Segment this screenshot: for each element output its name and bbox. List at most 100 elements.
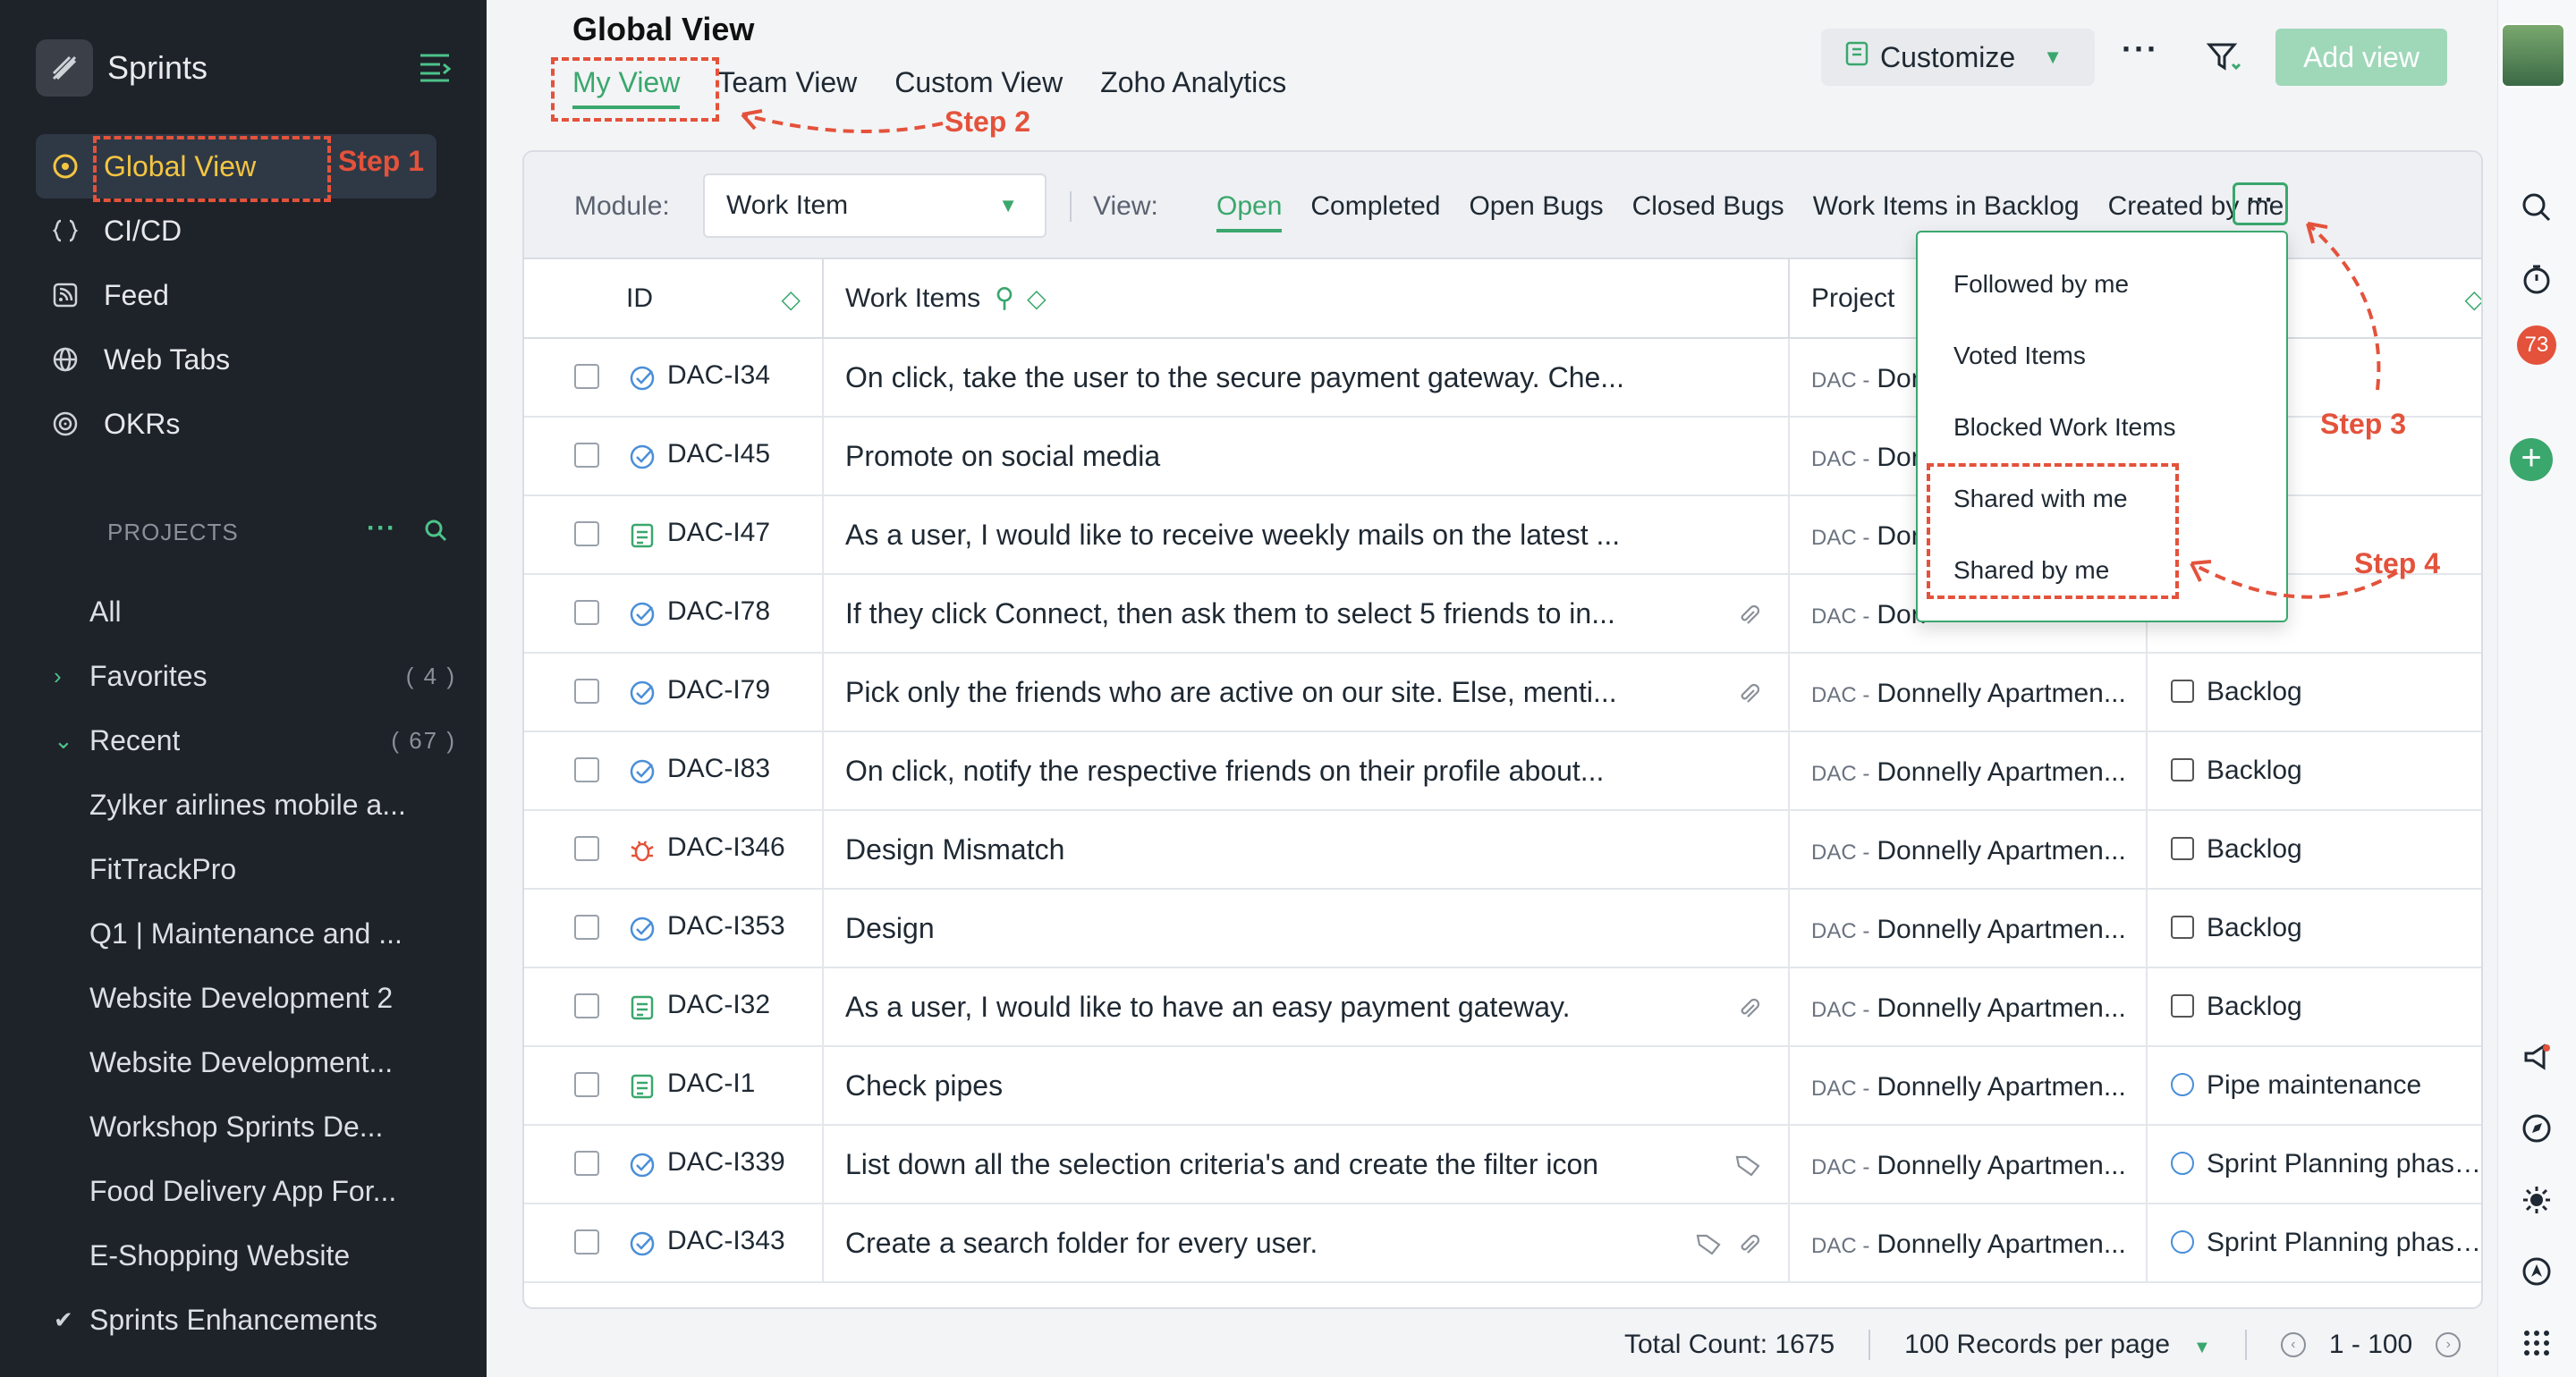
project-name[interactable]: Donnelly Apartmen... xyxy=(1877,915,2125,944)
project-group-favorites[interactable]: › Favorites ( 4 ) xyxy=(36,644,456,708)
sprint-cell[interactable]: Backlog xyxy=(2147,653,2481,732)
project-item[interactable]: Website Development... xyxy=(36,1030,456,1094)
tab-team-view[interactable]: Team View xyxy=(717,66,857,109)
project-item[interactable]: Food Delivery App For... xyxy=(36,1159,456,1223)
tab-custom-view[interactable]: Custom View xyxy=(894,66,1063,109)
view-tab-backlog[interactable]: Work Items in Backlog xyxy=(1813,191,2080,232)
header-work-items[interactable]: Work Items ⚲ ◇ xyxy=(823,259,1790,339)
work-item-title[interactable]: Design Mismatch xyxy=(824,833,1787,866)
chevron-down-icon[interactable]: ⌄ xyxy=(36,727,89,755)
tag-icon[interactable] xyxy=(1734,1153,1761,1178)
view-more-button[interactable]: ··· xyxy=(2233,182,2288,225)
attachment-icon[interactable] xyxy=(1736,680,1761,705)
sprint-name[interactable]: Sprint Planning phase 2 xyxy=(2207,1149,2481,1178)
add-icon[interactable]: + xyxy=(2510,438,2553,481)
tag-icon[interactable] xyxy=(1695,1231,1722,1256)
avatar[interactable] xyxy=(2501,23,2565,88)
column-search-icon[interactable]: ⚲ xyxy=(995,283,1014,313)
project-cell[interactable]: DAC - Donnelly Apartmen... xyxy=(1789,810,2148,890)
work-item-id[interactable]: DAC-I45 xyxy=(667,439,770,469)
attachment-icon[interactable] xyxy=(1736,602,1761,627)
work-item-title[interactable]: Create a search folder for every user. xyxy=(824,1227,1787,1260)
work-item-title[interactable]: On click, take the user to the secure pa… xyxy=(824,361,1787,394)
work-item-title[interactable]: Design xyxy=(824,912,1787,945)
module-select[interactable]: Work Item ▼ xyxy=(703,173,1046,238)
attachment-icon[interactable] xyxy=(1736,1231,1761,1256)
work-item-id[interactable]: DAC-I1 xyxy=(667,1069,755,1099)
chevron-right-icon[interactable]: › xyxy=(36,663,89,690)
table-row[interactable]: DAC-I343 Create a search folder for every… xyxy=(524,1204,2481,1283)
project-cell[interactable]: DAC - Donnelly Apartmen... xyxy=(1789,889,2148,968)
work-item-cell[interactable]: Pick only the friends who are active on … xyxy=(823,653,1790,732)
work-item-cell[interactable]: On click, take the user to the secure pa… xyxy=(823,338,1790,418)
table-row[interactable]: DAC-I346 Design Mismatch DAC - Donnelly Apa… xyxy=(524,810,2481,890)
row-checkbox[interactable] xyxy=(574,600,599,625)
work-item-cell[interactable]: Design xyxy=(823,889,1790,968)
work-item-title[interactable]: Check pipes xyxy=(824,1069,1787,1102)
work-item-title[interactable]: Pick only the friends who are active on … xyxy=(824,676,1787,709)
attachment-icon[interactable] xyxy=(1736,995,1761,1020)
view-tab-open[interactable]: Open xyxy=(1216,191,1283,232)
work-item-cell[interactable]: As a user, I would like to have an easy … xyxy=(823,967,1790,1047)
compass-icon[interactable] xyxy=(2517,1109,2556,1148)
work-item-cell[interactable]: Check pipes xyxy=(823,1046,1790,1126)
sort-icon[interactable]: ◇ xyxy=(1027,284,1046,312)
project-name[interactable]: Donnelly Apartmen... xyxy=(1877,1151,2125,1180)
sidebar-item-feed[interactable]: Feed xyxy=(36,263,436,327)
sidebar-item-cicd[interactable]: CI/CD xyxy=(36,199,436,263)
collapse-sidebar-icon[interactable] xyxy=(417,48,453,84)
sprint-name[interactable]: Backlog xyxy=(2207,913,2302,942)
project-cell[interactable]: DAC - Donnelly Apartmen... xyxy=(1789,1125,2148,1204)
brand[interactable]: Sprints xyxy=(36,36,208,100)
sprint-name[interactable]: Sprint Planning phase 2 xyxy=(2207,1228,2481,1257)
row-checkbox[interactable] xyxy=(574,1072,599,1097)
work-item-id[interactable]: DAC-I346 xyxy=(667,832,785,863)
sprint-name[interactable]: Backlog xyxy=(2207,677,2302,706)
project-cell[interactable]: DAC - Donnelly Apartmen... xyxy=(1789,653,2148,732)
row-checkbox[interactable] xyxy=(574,1151,599,1176)
projects-search-icon[interactable] xyxy=(422,517,449,544)
theme-sun-icon[interactable] xyxy=(2517,1180,2556,1220)
work-item-id[interactable]: DAC-I47 xyxy=(667,518,770,548)
project-cell[interactable]: DAC - Donnelly Apartmen... xyxy=(1789,1204,2148,1283)
filter-icon[interactable] xyxy=(2206,39,2241,75)
project-item[interactable]: Q1 | Maintenance and ... xyxy=(36,901,456,966)
work-item-title[interactable]: As a user, I would like to have an easy … xyxy=(824,991,1787,1024)
work-item-cell[interactable]: Design Mismatch xyxy=(823,810,1790,890)
project-name[interactable]: Donnelly Apartmen... xyxy=(1877,679,2125,708)
work-item-title[interactable]: As a user, I would like to receive weekl… xyxy=(824,519,1787,552)
work-item-id[interactable]: DAC-I32 xyxy=(667,990,770,1020)
project-name[interactable]: Donnelly Apartmen... xyxy=(1877,1229,2125,1259)
sort-icon[interactable]: ◇ xyxy=(781,284,801,314)
row-checkbox[interactable] xyxy=(574,1229,599,1255)
table-row[interactable]: DAC-I339 List down all the selection crit… xyxy=(524,1125,2481,1204)
row-checkbox[interactable] xyxy=(574,836,599,861)
project-name[interactable]: Donnelly Apartmen... xyxy=(1877,757,2125,787)
project-name[interactable]: Donnelly Apartmen... xyxy=(1877,993,2125,1023)
timer-icon[interactable] xyxy=(2517,259,2556,299)
project-item-all[interactable]: All xyxy=(36,579,456,644)
navigation-icon[interactable] xyxy=(2517,1252,2556,1291)
projects-more-button[interactable]: ··· xyxy=(367,513,396,544)
project-item[interactable]: Website Development 2 xyxy=(36,966,456,1030)
work-item-id[interactable]: DAC-I34 xyxy=(667,360,770,391)
work-item-title[interactable]: List down all the selection criteria's a… xyxy=(824,1148,1787,1181)
table-row[interactable]: DAC-I32 As a user, I would like to have a… xyxy=(524,967,2481,1047)
row-checkbox[interactable] xyxy=(574,443,599,468)
project-group-recent[interactable]: ⌄ Recent ( 67 ) xyxy=(36,708,456,773)
project-item[interactable]: ✔ Sprints Enhancements xyxy=(36,1288,456,1352)
row-checkbox[interactable] xyxy=(574,364,599,389)
work-item-cell[interactable]: If they click Connect, then ask them to … xyxy=(823,574,1790,654)
row-checkbox[interactable] xyxy=(574,757,599,782)
project-item[interactable]: E-Shopping Website xyxy=(36,1223,456,1288)
tab-zoho-analytics[interactable]: Zoho Analytics xyxy=(1100,66,1286,109)
sprint-name[interactable]: Backlog xyxy=(2207,992,2302,1021)
project-cell[interactable]: DAC - Donnelly Apartmen... xyxy=(1789,731,2148,811)
work-item-id[interactable]: DAC-I353 xyxy=(667,911,785,942)
view-tab-completed[interactable]: Completed xyxy=(1310,191,1440,232)
work-item-cell[interactable]: Create a search folder for every user. xyxy=(823,1204,1790,1283)
table-row[interactable]: DAC-I79 Pick only the friends who are act… xyxy=(524,653,2481,732)
work-item-cell[interactable]: As a user, I would like to receive weekl… xyxy=(823,495,1790,575)
project-item[interactable]: Zylker airlines mobile a... xyxy=(36,773,456,837)
work-item-id[interactable]: DAC-I78 xyxy=(667,596,770,627)
